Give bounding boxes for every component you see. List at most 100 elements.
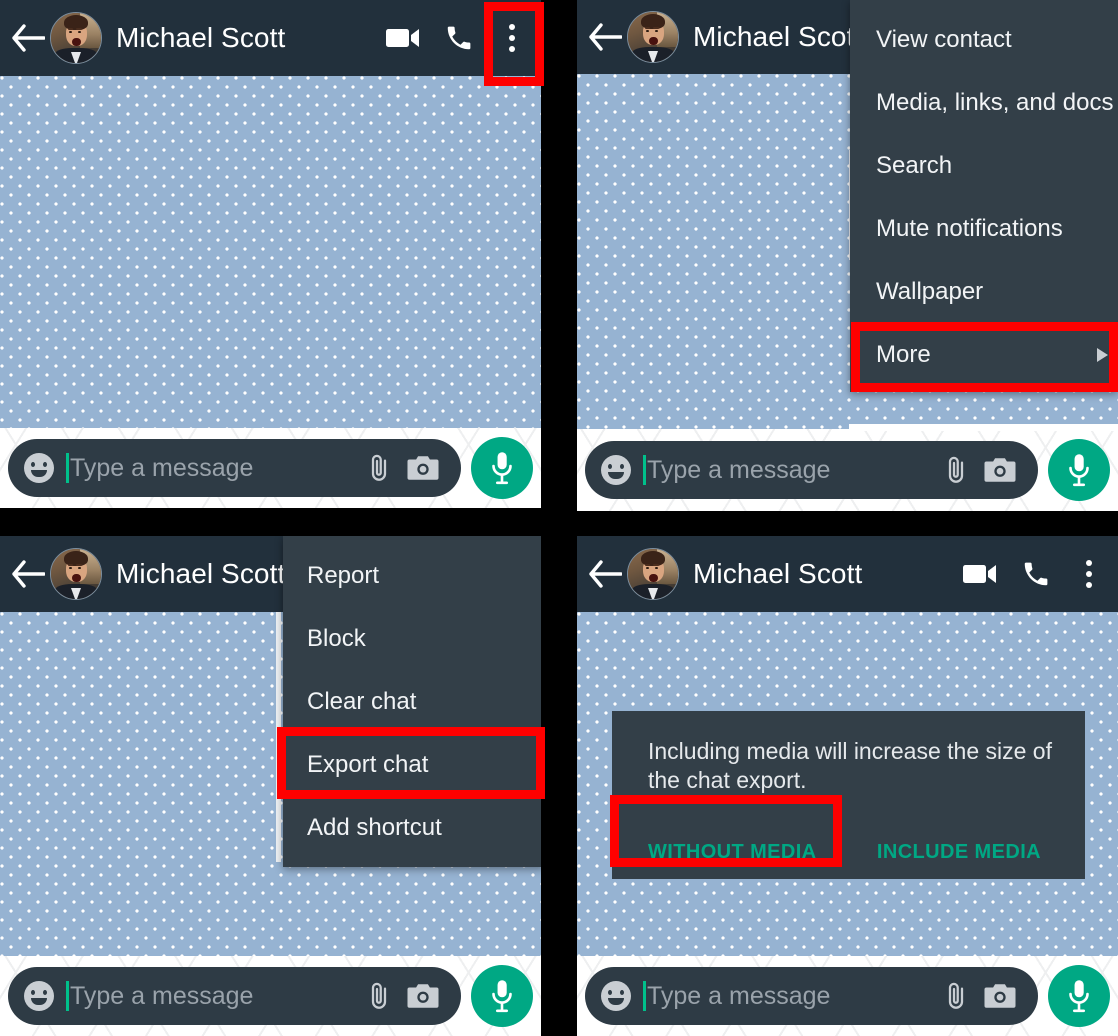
- voice-record-button[interactable]: [1048, 965, 1110, 1027]
- avatar-eye-left: [68, 30, 72, 33]
- text-caret: [643, 981, 646, 1011]
- avatar[interactable]: [627, 11, 679, 63]
- avatar-mouth: [649, 573, 658, 582]
- dialog-message: Including media will increase the size o…: [648, 738, 1052, 794]
- back-arrow-icon[interactable]: [585, 17, 625, 57]
- back-arrow-icon[interactable]: [8, 18, 48, 58]
- avatar-mouth: [649, 36, 658, 45]
- avatar-eye-right: [77, 30, 81, 33]
- message-composer: Type a message: [0, 956, 541, 1036]
- back-arrow-icon[interactable]: [8, 554, 48, 594]
- video-call-icon[interactable]: [954, 545, 1006, 603]
- voice-record-button[interactable]: [471, 965, 533, 1027]
- smiley-icon[interactable]: [601, 455, 631, 485]
- avatar-brow-right: [76, 564, 82, 566]
- avatar-eye-left: [68, 566, 72, 569]
- screenshot-grid: Michael Scott Type a message Michael Sco…: [0, 0, 1118, 1036]
- chat-scrollbar[interactable]: [276, 612, 281, 862]
- message-input-placeholder: Type a message: [647, 455, 831, 484]
- smiley-icon[interactable]: [24, 981, 54, 1011]
- message-input-pill[interactable]: Type a message: [8, 967, 461, 1025]
- avatar-brow-left: [67, 564, 73, 566]
- smiley-icon[interactable]: [24, 453, 54, 483]
- menu-item-more[interactable]: More: [850, 323, 1118, 386]
- smiley-icon[interactable]: [601, 981, 631, 1011]
- menu-item-label: More: [876, 340, 931, 368]
- without-media-button[interactable]: WITHOUT MEDIA: [612, 841, 817, 864]
- text-caret: [66, 981, 69, 1011]
- avatar[interactable]: [50, 548, 102, 600]
- chat-wallpaper-area: [0, 76, 541, 428]
- message-input-placeholder: Type a message: [70, 981, 254, 1010]
- avatar-brow-left: [644, 564, 650, 566]
- avatar-brow-left: [67, 28, 73, 30]
- menu-item-clear-chat[interactable]: Clear chat: [283, 670, 541, 733]
- overflow-menu-icon[interactable]: [489, 9, 535, 67]
- include-media-button[interactable]: INCLUDE MEDIA: [877, 841, 1085, 864]
- panel-step-3: Michael Scott Type a message Report Bloc…: [0, 536, 541, 1036]
- camera-icon[interactable]: [978, 974, 1022, 1018]
- avatar-brow-right: [653, 27, 659, 29]
- dialog-actions: WITHOUT MEDIA INCLUDE MEDIA: [612, 816, 1085, 890]
- panel-divider: [849, 424, 1118, 431]
- contact-name: Michael Scott: [116, 22, 286, 53]
- message-composer: Type a message: [0, 428, 541, 508]
- avatar-eye-left: [645, 29, 649, 32]
- avatar-brow-right: [653, 564, 659, 566]
- avatar-brow-right: [76, 28, 82, 30]
- app-bar-actions: [377, 9, 535, 67]
- menu-item-block[interactable]: Block: [283, 607, 541, 670]
- chat-app-bar: Michael Scott: [577, 536, 1118, 612]
- more-submenu: Report Block Clear chat Export chat Add …: [283, 536, 541, 867]
- video-call-icon[interactable]: [377, 9, 429, 67]
- avatar-mouth: [72, 573, 81, 582]
- voice-call-icon[interactable]: [1010, 545, 1062, 603]
- menu-item-mute-notifications[interactable]: Mute notifications: [850, 197, 1118, 260]
- menu-item-add-shortcut[interactable]: Add shortcut: [283, 796, 541, 859]
- panel-step-2: Michael Scott Type a message View contac…: [577, 0, 1118, 511]
- paperclip-icon[interactable]: [357, 446, 401, 490]
- message-input-pill[interactable]: Type a message: [8, 439, 461, 497]
- paperclip-icon[interactable]: [357, 974, 401, 1018]
- panel-step-4: Michael Scott Type a message Including m…: [577, 536, 1118, 1036]
- camera-icon[interactable]: [978, 448, 1022, 492]
- voice-record-button[interactable]: [471, 437, 533, 499]
- overflow-menu-icon[interactable]: [1066, 545, 1112, 603]
- message-input-placeholder: Type a message: [70, 453, 254, 482]
- export-chat-dialog: Including media will increase the size o…: [612, 711, 1085, 879]
- menu-item-report[interactable]: Report: [283, 544, 541, 607]
- paperclip-icon[interactable]: [934, 448, 978, 492]
- menu-item-label: Add shortcut: [307, 813, 442, 841]
- menu-item-label: Search: [876, 151, 953, 179]
- back-arrow-icon[interactable]: [585, 554, 625, 594]
- menu-item-search[interactable]: Search: [850, 134, 1118, 197]
- contact-name: Michael Scott: [693, 558, 863, 589]
- chevron-right-icon: [1097, 347, 1108, 362]
- chat-app-bar: Michael Scott: [0, 0, 541, 76]
- menu-item-label: Block: [307, 624, 366, 652]
- voice-call-icon[interactable]: [433, 9, 485, 67]
- menu-item-view-contact[interactable]: View contact: [850, 8, 1118, 71]
- message-composer: Type a message: [577, 956, 1118, 1036]
- paperclip-icon[interactable]: [934, 974, 978, 1018]
- message-input-placeholder: Type a message: [647, 981, 831, 1010]
- message-input-pill[interactable]: Type a message: [585, 967, 1038, 1025]
- menu-item-media-links-docs[interactable]: Media, links, and docs: [850, 71, 1118, 134]
- camera-icon[interactable]: [401, 446, 445, 490]
- avatar-eye-right: [77, 566, 81, 569]
- overflow-dropdown-menu: View contact Media, links, and docs Sear…: [850, 0, 1118, 392]
- message-input-pill[interactable]: Type a message: [585, 441, 1038, 499]
- menu-item-wallpaper[interactable]: Wallpaper: [850, 260, 1118, 323]
- text-caret: [643, 455, 646, 485]
- menu-item-export-chat[interactable]: Export chat: [283, 733, 541, 796]
- avatar[interactable]: [50, 12, 102, 64]
- menu-item-label: Mute notifications: [876, 214, 1063, 242]
- camera-icon[interactable]: [401, 974, 445, 1018]
- menu-item-label: Wallpaper: [876, 277, 984, 305]
- avatar[interactable]: [627, 548, 679, 600]
- menu-item-label: Export chat: [307, 750, 429, 778]
- menu-item-label: Clear chat: [307, 687, 417, 715]
- text-caret: [66, 453, 69, 483]
- voice-record-button[interactable]: [1048, 439, 1110, 501]
- avatar-mouth: [72, 37, 81, 46]
